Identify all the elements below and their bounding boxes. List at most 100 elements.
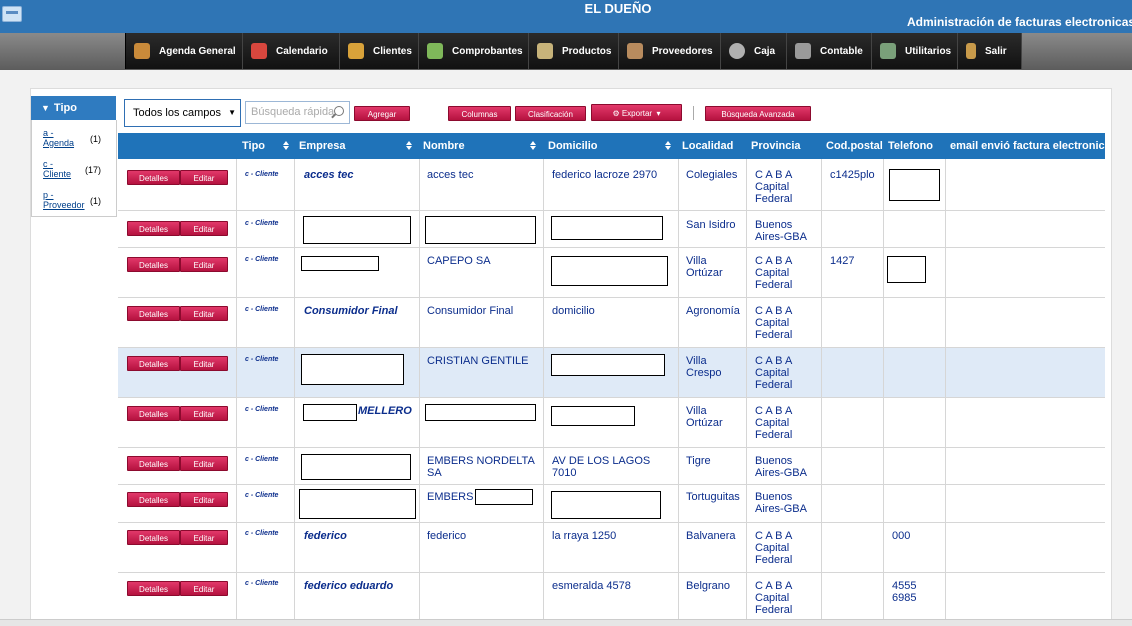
table-row[interactable]: Detalles Editar c - Cliente acces tec ac…: [118, 159, 1105, 211]
details-button[interactable]: Detalles: [127, 530, 180, 545]
redacted-area: [551, 256, 668, 286]
menu-item-caja[interactable]: Caja: [721, 33, 787, 69]
sort-button[interactable]: Clasificación: [515, 106, 586, 121]
cell-localidad: Villa Ortúzar: [686, 255, 723, 279]
cell-domicilio: AV DE LOS LAGOS 7010: [552, 455, 651, 479]
redacted-area: [889, 169, 940, 201]
table-row[interactable]: Detalles Editar c - Cliente San Isidro B…: [118, 211, 1105, 248]
table-row[interactable]: Detalles Editar c - Cliente federico fed…: [118, 523, 1105, 573]
filter-item-cliente[interactable]: c - Cliente: [43, 159, 71, 179]
details-button[interactable]: Detalles: [127, 581, 180, 596]
edit-button[interactable]: Editar: [180, 306, 228, 321]
cell-provincia: Buenos Aires-GBA: [755, 491, 807, 515]
edit-button[interactable]: Editar: [180, 221, 228, 236]
table-row[interactable]: Detalles Editar c - Cliente CAPEPO SA Vi…: [118, 248, 1105, 298]
menu-item-contable[interactable]: Contable: [787, 33, 872, 69]
table-header: Tipo Empresa Nombre Domicilio Localidad …: [118, 133, 1111, 160]
details-button[interactable]: Detalles: [127, 170, 180, 185]
filter-count-proveedor: (1): [90, 196, 101, 206]
details-button[interactable]: Detalles: [127, 456, 180, 471]
cell-cod-postal: c1425plo: [830, 169, 875, 181]
filter-count-cliente: (17): [85, 165, 102, 175]
cell-tipo: c - Cliente: [245, 406, 279, 413]
column-header-cod-postal[interactable]: Cod.postal: [826, 133, 883, 160]
column-divider: [821, 159, 822, 619]
details-button[interactable]: Detalles: [127, 356, 180, 371]
cell-provincia: C A B A Capital Federal: [755, 580, 793, 616]
menu-item-utilitarios[interactable]: Utilitarios: [872, 33, 958, 69]
export-button[interactable]: ⚙ Exportar ▾: [591, 104, 682, 121]
column-header-tipo[interactable]: Tipo: [242, 133, 265, 160]
menu-item-clientes[interactable]: Clientes: [340, 33, 419, 69]
cell-localidad: Villa Crespo: [686, 355, 722, 379]
details-button[interactable]: Detalles: [127, 306, 180, 321]
menu-item-salir[interactable]: Salir: [958, 33, 1022, 69]
column-divider: [746, 159, 747, 619]
table-row[interactable]: Detalles Editar c - Cliente EMBERS NORDE…: [118, 448, 1105, 485]
cell-localidad: Agronomía: [686, 305, 740, 317]
cell-tipo: c - Cliente: [245, 530, 279, 537]
column-header-email[interactable]: email envió factura electronica: [950, 133, 1111, 160]
edit-button[interactable]: Editar: [180, 581, 228, 596]
edit-button[interactable]: Editar: [180, 492, 228, 507]
type-filter-header[interactable]: ▼ Tipo: [31, 96, 116, 120]
details-button[interactable]: Detalles: [127, 406, 180, 421]
add-button[interactable]: Agregar: [354, 106, 410, 121]
clients-icon: [348, 43, 364, 59]
table-row[interactable]: Detalles Editar c - Cliente federico edu…: [118, 573, 1105, 619]
details-button[interactable]: Detalles: [127, 492, 180, 507]
redacted-area: [301, 256, 379, 271]
cell-nombre: federico: [427, 530, 467, 542]
table-row[interactable]: Detalles Editar c - Cliente MELLERO Vill…: [118, 398, 1105, 448]
edit-button[interactable]: Editar: [180, 456, 228, 471]
advanced-search-button[interactable]: Búsqueda Avanzada: [705, 106, 811, 121]
edit-button[interactable]: Editar: [180, 530, 228, 545]
columns-button[interactable]: Columnas: [448, 106, 511, 121]
filter-count-agenda: (1): [90, 134, 101, 144]
dropdown-arrow-icon: ▾: [656, 109, 661, 118]
filter-item-proveedor[interactable]: p - Proveedor: [43, 190, 85, 210]
table-row[interactable]: Detalles Editar c - Cliente Consumidor F…: [118, 298, 1105, 348]
cell-localidad: Tigre: [686, 455, 711, 467]
redacted-area: [425, 216, 536, 244]
menu-item-calendario[interactable]: Calendario: [243, 33, 340, 69]
cash-icon: [729, 43, 745, 59]
quick-search-input[interactable]: Búsqueda rápida: [245, 101, 350, 124]
column-header-provincia[interactable]: Provincia: [751, 133, 801, 160]
cell-localidad: Balvanera: [686, 530, 736, 542]
column-divider: [294, 159, 295, 619]
column-header-nombre[interactable]: Nombre: [423, 133, 465, 160]
cell-domicilio: esmeralda 4578: [552, 580, 631, 592]
cell-tipo: c - Cliente: [245, 306, 279, 313]
cell-provincia: C A B A Capital Federal: [755, 530, 793, 566]
column-divider: [543, 159, 544, 619]
edit-button[interactable]: Editar: [180, 170, 228, 185]
menu-item-agenda-general[interactable]: Agenda General: [126, 33, 243, 69]
details-button[interactable]: Detalles: [127, 257, 180, 272]
cell-tipo: c - Cliente: [245, 580, 279, 587]
table-row[interactable]: Detalles Editar c - Cliente EMBERS SA To…: [118, 485, 1105, 523]
column-header-empresa[interactable]: Empresa: [299, 133, 345, 160]
title-bar: EL DUEÑO Administración de facturas elec…: [0, 0, 1132, 33]
calendar-icon: [251, 43, 267, 59]
edit-button[interactable]: Editar: [180, 406, 228, 421]
column-header-telefono[interactable]: Telefono: [888, 133, 933, 160]
cell-localidad: Villa Ortúzar: [686, 405, 723, 429]
column-header-domicilio[interactable]: Domicilio: [548, 133, 598, 160]
redacted-area: [551, 491, 661, 519]
menu-item-proveedores[interactable]: Proveedores: [619, 33, 721, 69]
edit-button[interactable]: Editar: [180, 257, 228, 272]
field-select[interactable]: Todos los campos ▼: [124, 99, 241, 127]
menu-item-productos[interactable]: Productos: [529, 33, 619, 69]
edit-button[interactable]: Editar: [180, 356, 228, 371]
select-arrow-icon: ▼: [228, 108, 236, 117]
table-row[interactable]: Detalles Editar c - Cliente CRISTIAN GEN…: [118, 348, 1105, 398]
filter-item-agenda[interactable]: a - Agenda: [43, 128, 74, 148]
redacted-area: [301, 454, 411, 480]
details-button[interactable]: Detalles: [127, 221, 180, 236]
menu-item-comprobantes[interactable]: Comprobantes: [419, 33, 529, 69]
cell-provincia: C A B A Capital Federal: [755, 405, 793, 441]
exit-icon: [966, 43, 976, 59]
column-header-localidad[interactable]: Localidad: [682, 133, 733, 160]
cell-empresa: federico: [304, 530, 347, 542]
